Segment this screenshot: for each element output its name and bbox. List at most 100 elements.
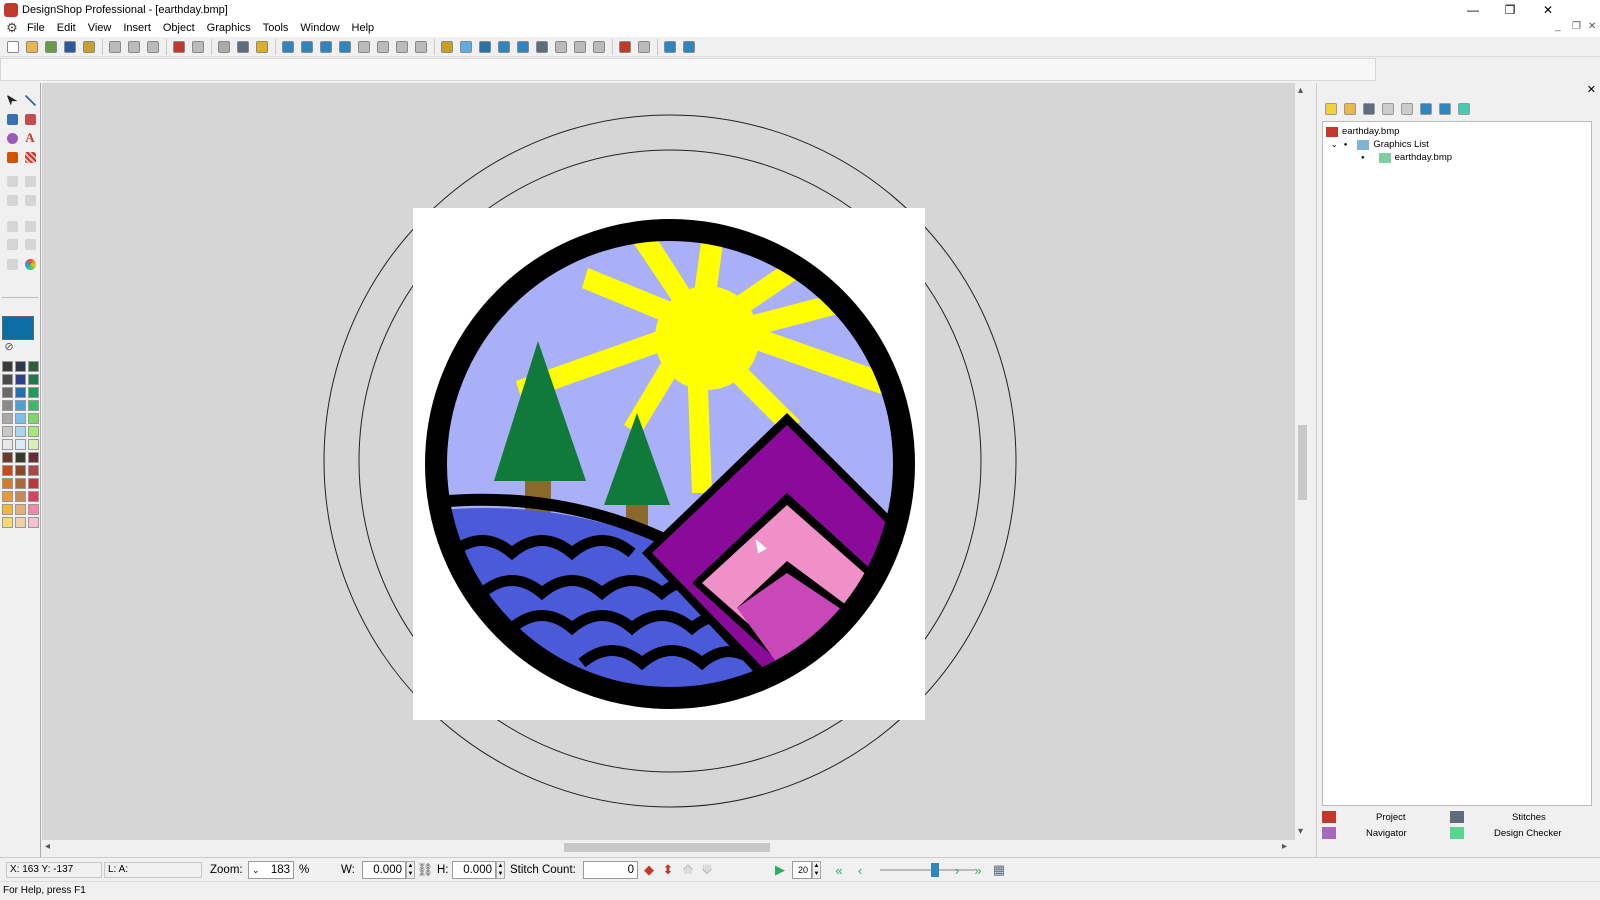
palette-swatch[interactable]	[15, 361, 26, 372]
palette-swatch[interactable]	[2, 465, 13, 476]
select-icon[interactable]	[4, 92, 20, 108]
palette-swatch[interactable]	[2, 491, 13, 502]
stitch-icon[interactable]	[616, 38, 634, 56]
palette-swatch[interactable]	[2, 517, 13, 528]
palette-swatch[interactable]	[28, 452, 39, 463]
stitch-view-icon[interactable]	[533, 38, 551, 56]
paste-icon[interactable]	[144, 38, 162, 56]
step-back-icon[interactable]: ‹	[853, 863, 867, 878]
sequence-icon[interactable]	[680, 38, 698, 56]
palette-swatch[interactable]	[15, 413, 26, 424]
tab-navigator[interactable]: Navigator	[1322, 827, 1407, 839]
palette-swatch[interactable]	[28, 465, 39, 476]
palette-swatch[interactable]	[15, 439, 26, 450]
current-color-swatch[interactable]	[2, 316, 34, 340]
tab-stitches[interactable]: Stitches	[1450, 811, 1546, 823]
palette-swatch[interactable]	[2, 387, 13, 398]
zoom-input[interactable]: ⌄ 183	[248, 861, 294, 879]
scroll-right-icon[interactable]: ▸	[1282, 841, 1287, 852]
palette-swatch[interactable]	[15, 400, 26, 411]
close-button[interactable]: ✕	[1530, 0, 1566, 19]
help-icon[interactable]	[253, 38, 271, 56]
height-stepper[interactable]: ▲ ▼	[496, 861, 505, 879]
palette-swatch[interactable]	[28, 426, 39, 437]
height-input[interactable]: 0.000	[452, 861, 496, 879]
folder-open-icon[interactable]	[1341, 100, 1359, 118]
tree-root[interactable]: earthday.bmp	[1326, 126, 1399, 137]
zoom-prev-icon[interactable]	[412, 38, 430, 56]
hide-icon[interactable]	[590, 38, 608, 56]
palette-swatch[interactable]	[28, 439, 39, 450]
palette-swatch[interactable]	[28, 413, 39, 424]
horizontal-scrollbar[interactable]: ◂ ▸	[42, 840, 1295, 854]
tab-design-checker[interactable]: Design Checker	[1450, 827, 1562, 839]
save-as-icon[interactable]	[80, 38, 98, 56]
show-icon[interactable]	[571, 38, 589, 56]
lock-aspect-icon[interactable]: ⛓	[417, 862, 434, 877]
palette-swatch[interactable]	[28, 517, 39, 528]
menu-file[interactable]: File	[21, 19, 51, 37]
hoop-icon[interactable]	[476, 38, 494, 56]
wizard-icon[interactable]	[661, 38, 679, 56]
grid-icon[interactable]	[457, 38, 475, 56]
scroll-left-icon[interactable]: ◂	[45, 841, 50, 852]
line-icon[interactable]	[22, 92, 38, 108]
mdi-close-button[interactable]: ✕	[1588, 21, 1596, 32]
chevron-down-icon[interactable]: ⌄	[252, 862, 260, 878]
no-color-icon[interactable]: ⊘	[1, 338, 17, 354]
palette-swatch[interactable]	[2, 452, 13, 463]
measure-icon[interactable]	[438, 38, 456, 56]
panel-close-icon[interactable]: ✕	[1587, 83, 1596, 96]
import-icon[interactable]	[42, 38, 60, 56]
view-icon[interactable]	[514, 38, 532, 56]
tab-project[interactable]: Project	[1322, 811, 1406, 823]
palette-swatch[interactable]	[2, 400, 13, 411]
gear-icon[interactable]: ⚙	[3, 19, 21, 37]
next-stitch-icon[interactable]: ⬍	[661, 862, 675, 877]
restore-button[interactable]: ❐	[1492, 0, 1528, 19]
palette-swatch[interactable]	[15, 452, 26, 463]
zoom-out-icon[interactable]	[317, 38, 335, 56]
palette-swatch[interactable]	[2, 374, 13, 385]
palette-swatch[interactable]	[28, 374, 39, 385]
menu-view[interactable]: View	[82, 19, 118, 37]
print-icon[interactable]	[234, 38, 252, 56]
palette-swatch[interactable]	[15, 478, 26, 489]
tree-view-icon[interactable]	[1455, 100, 1473, 118]
palette-swatch[interactable]	[2, 426, 13, 437]
shape-icon[interactable]	[4, 130, 20, 146]
color-tool-icon[interactable]	[22, 256, 38, 272]
palette-swatch[interactable]	[15, 504, 26, 515]
menu-object[interactable]: Object	[157, 19, 201, 37]
fill-icon[interactable]	[4, 111, 20, 127]
tree-graphic-item[interactable]: ● earthday.bmp	[1361, 152, 1452, 163]
palette-swatch[interactable]	[2, 478, 13, 489]
convert-icon[interactable]	[635, 38, 653, 56]
zoom-page-icon[interactable]	[374, 38, 392, 56]
pattern-icon[interactable]	[22, 149, 38, 165]
vertical-scroll-thumb[interactable]	[1298, 425, 1307, 500]
new-icon[interactable]	[4, 38, 22, 56]
3d-view-icon[interactable]	[552, 38, 570, 56]
menu-graphics[interactable]: Graphics	[201, 19, 257, 37]
minimize-button[interactable]: —	[1455, 0, 1491, 19]
zoom-all-icon[interactable]	[393, 38, 411, 56]
speed-stepper[interactable]: ▲ ▼	[812, 861, 821, 879]
palette-swatch[interactable]	[28, 361, 39, 372]
simulation-slider-thumb[interactable]	[931, 863, 939, 877]
palette-swatch[interactable]	[28, 478, 39, 489]
speed-input[interactable]: 20	[792, 861, 812, 879]
zoom-fit-icon[interactable]	[279, 38, 297, 56]
width-stepper[interactable]: ▲ ▼	[406, 861, 415, 879]
zoom-1to1-icon[interactable]	[355, 38, 373, 56]
scroll-up-icon[interactable]: ▴	[1298, 85, 1303, 96]
menu-edit[interactable]: Edit	[51, 19, 82, 37]
tree-graphics-list[interactable]: ⌄ ● Graphics List	[1331, 139, 1429, 150]
step-forward-icon[interactable]: ›	[950, 863, 964, 878]
palette-swatch[interactable]	[28, 387, 39, 398]
list-view-icon[interactable]	[1417, 100, 1435, 118]
eraser-icon[interactable]	[22, 111, 38, 127]
print-preview-icon[interactable]	[215, 38, 233, 56]
detail-view-icon[interactable]	[1436, 100, 1454, 118]
properties-icon[interactable]	[1360, 100, 1378, 118]
